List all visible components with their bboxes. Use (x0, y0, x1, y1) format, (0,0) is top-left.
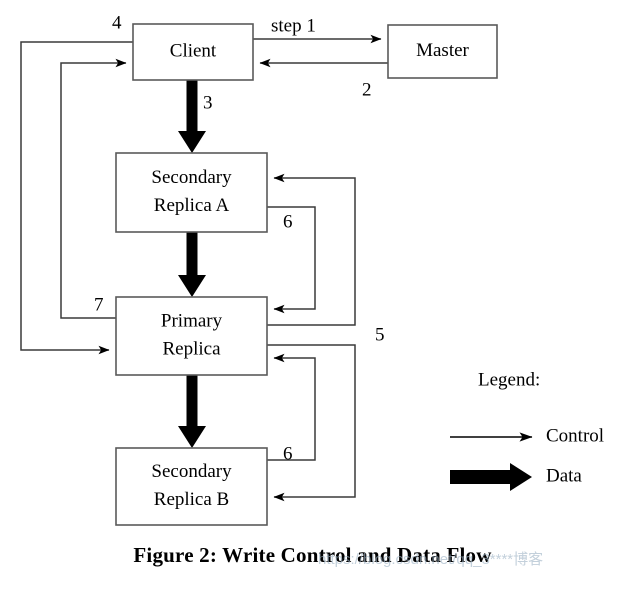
data-arrow-head (178, 426, 206, 448)
node-secondary_a: Secondary Replica A (115, 152, 268, 233)
data-flow-layer (178, 80, 206, 448)
node-label-primary: Primary (161, 310, 223, 331)
node-box-secondary_b (115, 447, 268, 526)
legend-entry-control: Control (450, 425, 604, 446)
step-label-step4: 4 (112, 12, 122, 33)
step-label-step7: 7 (94, 294, 104, 315)
data-arrow-stem (186, 80, 198, 131)
data-arrow-stem (186, 232, 198, 275)
step-label-data3: 3 (203, 92, 213, 113)
node-label-client: Client (170, 40, 217, 61)
node-master: Master (387, 24, 498, 79)
node-label-secondary_b: Secondary (151, 461, 232, 482)
legend-label-data: Data (546, 465, 582, 486)
data-arrow-stem (186, 375, 198, 426)
legend-data-arrow-head-icon (510, 463, 532, 491)
control-arrow-step5_down (267, 344, 356, 502)
legend-layer: Legend: Control Data (450, 369, 604, 491)
step-label-step6_b: 6 (283, 443, 293, 464)
node-primary: Primary Replica (115, 296, 268, 376)
node-label-primary: Replica (162, 338, 221, 359)
data-arrow-data3 (178, 80, 206, 153)
write-control-data-flow-diagram: Client Master Secondary Replica A Primary Rep… (20, 12, 604, 526)
node-label-secondary_a: Replica A (154, 195, 230, 216)
legend-entry-data: Data (450, 463, 582, 491)
data-arrow-data_p_to_b (178, 375, 206, 448)
node-label-secondary_b: Replica B (154, 489, 229, 510)
node-label-secondary_a: Secondary (151, 167, 232, 188)
step-label-step6_a: 6 (283, 211, 293, 232)
node-layer: Client Master Secondary Replica A Primary Rep… (115, 23, 498, 526)
node-client: Client (132, 23, 254, 81)
data-arrow-head (178, 131, 206, 153)
legend-data-arrow-stem-icon (450, 470, 510, 484)
figure-2-write-control-and-data-flow: Client Master Secondary Replica A Primary Rep… (0, 0, 625, 598)
legend-title: Legend: (478, 369, 540, 390)
node-label-master: Master (416, 40, 469, 61)
node-box-primary (115, 296, 268, 376)
data-arrow-data_a_to_p (178, 232, 206, 297)
node-secondary_b: Secondary Replica B (115, 447, 268, 526)
data-arrow-head (178, 275, 206, 297)
control-arrow-step5_up (267, 173, 356, 326)
legend-label-control: Control (546, 425, 604, 446)
step-label-step2: 2 (362, 79, 372, 100)
step-label-step1: step 1 (271, 15, 316, 36)
node-box-secondary_a (115, 152, 268, 233)
step-label-step5_up: 5 (375, 324, 385, 345)
figure-caption: Figure 2: Write Control and Data Flow (133, 543, 492, 567)
